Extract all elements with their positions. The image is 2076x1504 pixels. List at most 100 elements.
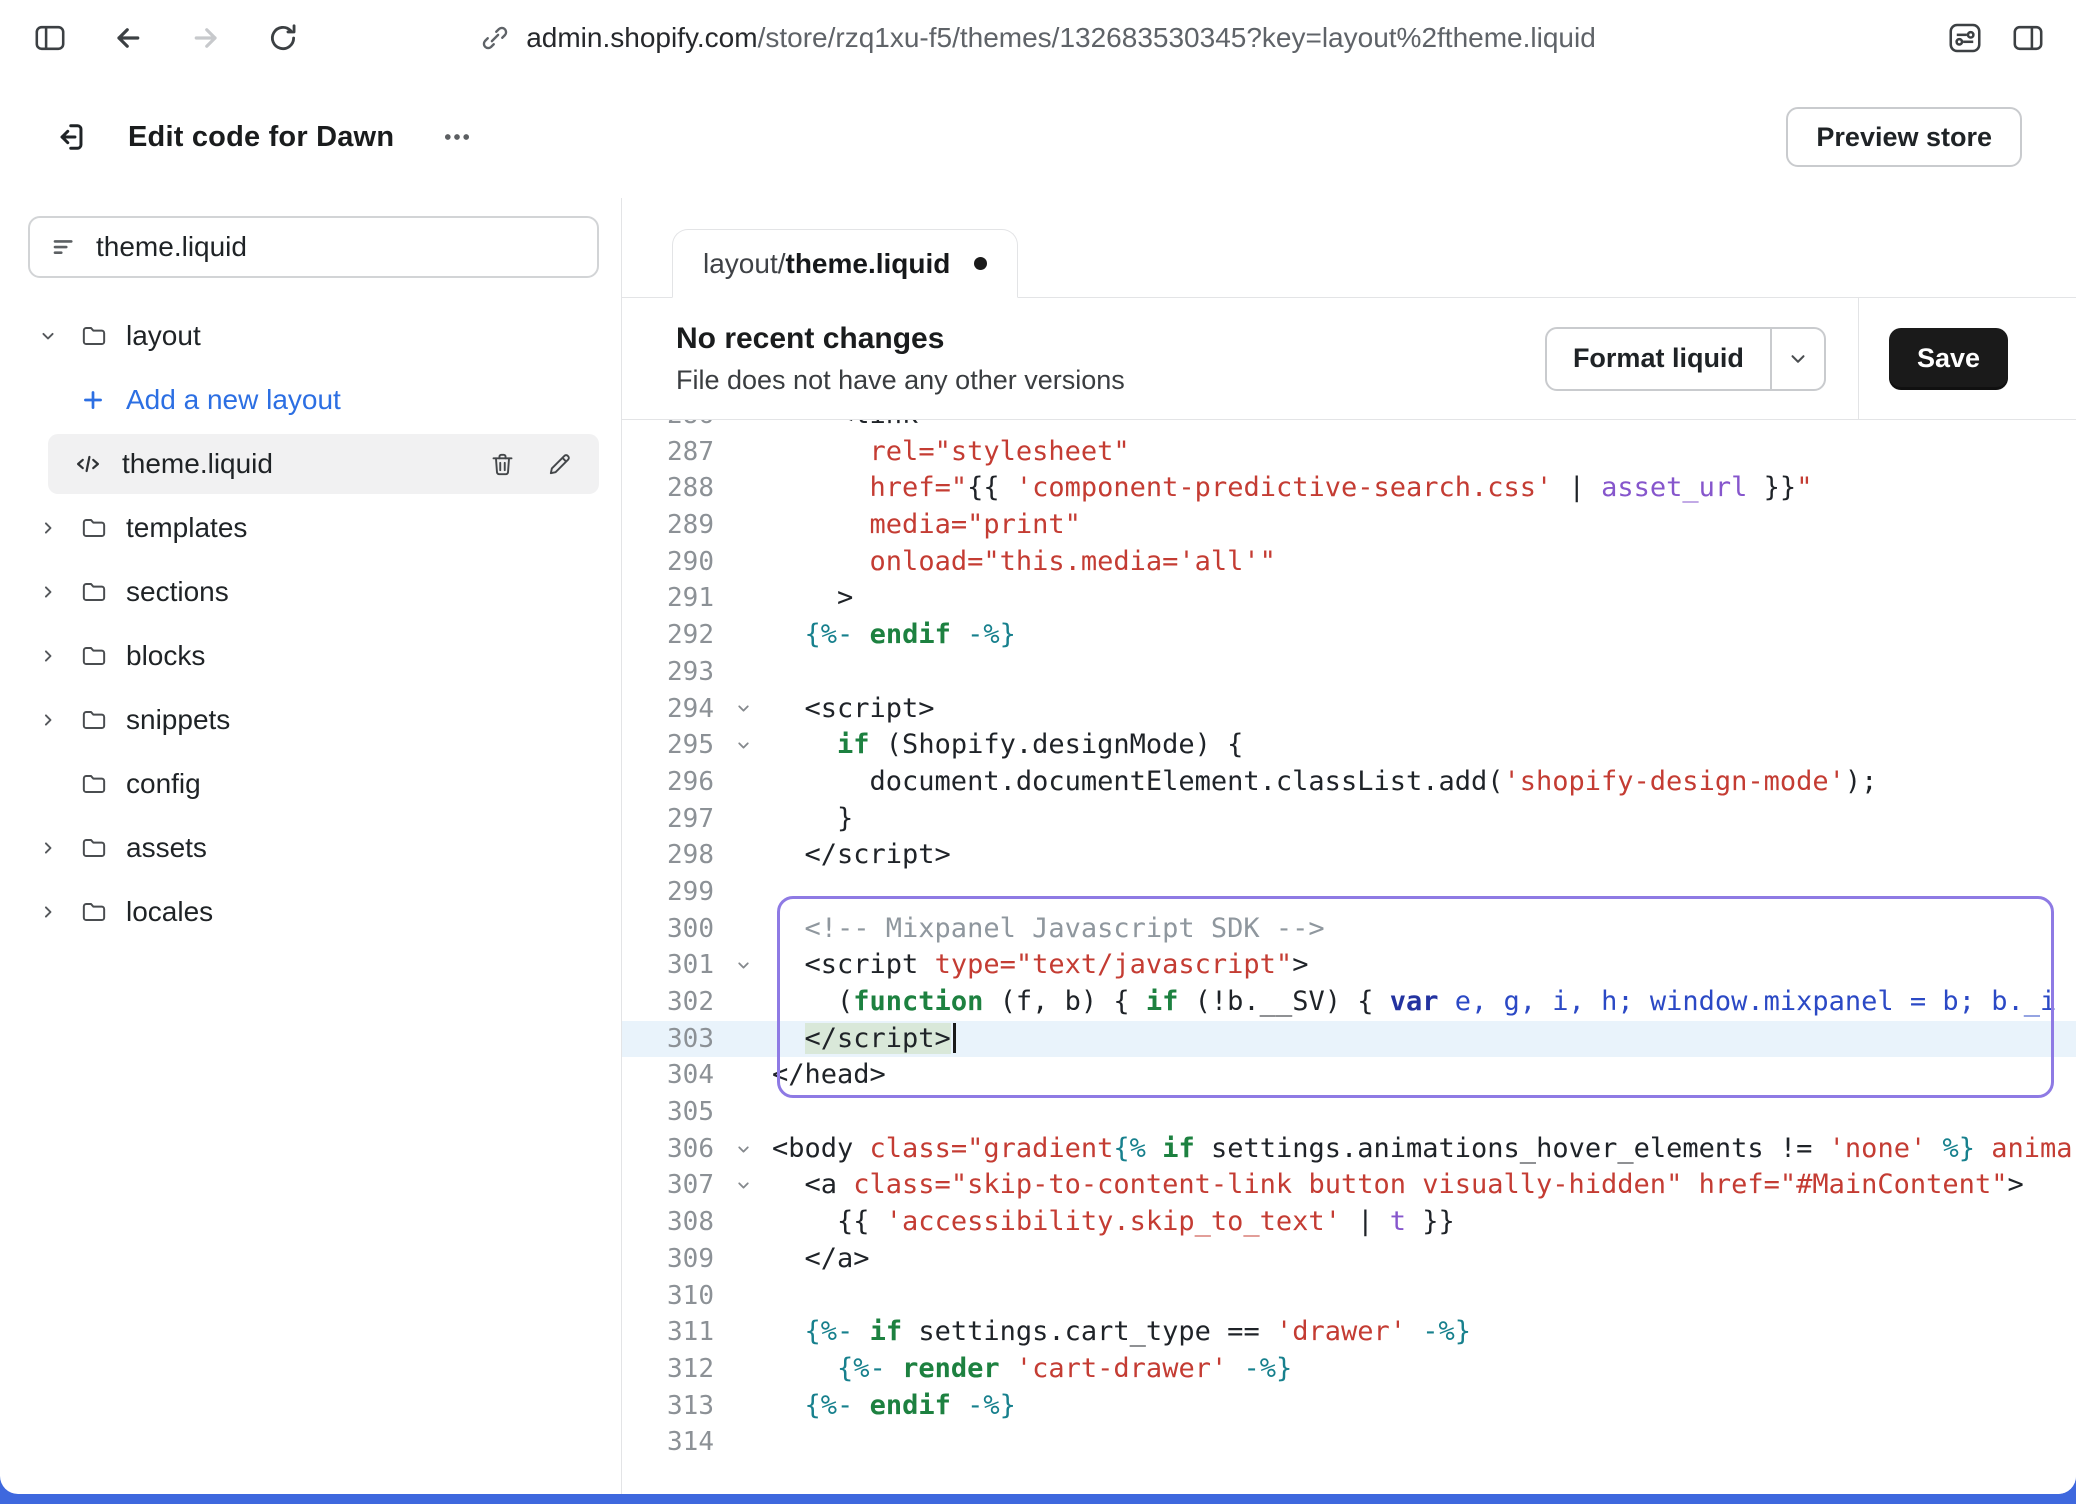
line-number: 309 xyxy=(622,1241,714,1278)
code-line-286[interactable]: 286 <link xyxy=(622,420,2076,434)
line-number: 313 xyxy=(622,1388,714,1425)
code-line-306[interactable]: 306<body class="gradient{% if settings.a… xyxy=(622,1131,2076,1168)
chevron-right-icon[interactable] xyxy=(38,582,80,602)
url-host: admin.shopify.com xyxy=(526,22,757,53)
code-line-289[interactable]: 289 media="print" xyxy=(622,507,2076,544)
sidebar-item-layout[interactable]: layout xyxy=(0,304,621,368)
fold-toggle-icon[interactable] xyxy=(714,727,772,764)
line-number: 311 xyxy=(622,1314,714,1351)
browser-window: admin.shopify.com/store/rzq1xu-f5/themes… xyxy=(0,0,2076,1494)
code-line-300[interactable]: 300 <!-- Mixpanel Javascript SDK --> xyxy=(622,911,2076,948)
link-icon xyxy=(480,23,510,53)
code-line-309[interactable]: 309 </a> xyxy=(622,1241,2076,1278)
sidebar-item-templates[interactable]: templates xyxy=(0,496,621,560)
code-editor-panel: layout/theme.liquid No recent changes Fi… xyxy=(622,198,2076,1494)
code-lines: 286 <link287 rel="stylesheet"288 href="{… xyxy=(622,420,2076,1461)
text-cursor xyxy=(953,1023,956,1053)
chevron-right-icon[interactable] xyxy=(38,710,80,730)
line-number: 310 xyxy=(622,1278,714,1315)
unsaved-indicator-dot xyxy=(974,257,987,270)
code-line-296[interactable]: 296 document.documentElement.classList.a… xyxy=(622,764,2076,801)
code-line-303[interactable]: 303 </script> xyxy=(622,1021,2076,1058)
sidebar-item-config[interactable]: config xyxy=(0,752,621,816)
rename-file-icon[interactable] xyxy=(546,451,573,478)
chevron-right-icon[interactable] xyxy=(38,902,80,922)
code-line-313[interactable]: 313 {%- endif -%} xyxy=(622,1388,2076,1425)
fold-toggle-icon[interactable] xyxy=(714,691,772,728)
browser-chrome: admin.shopify.com/store/rzq1xu-f5/themes… xyxy=(0,0,2076,76)
code-line-302[interactable]: 302 (function (f, b) { if (!b.__SV) { va… xyxy=(622,984,2076,1021)
code-line-310[interactable]: 310 xyxy=(622,1278,2076,1315)
code-line-297[interactable]: 297 } xyxy=(622,801,2076,838)
save-button[interactable]: Save xyxy=(1889,328,2008,390)
line-number: 302 xyxy=(622,984,714,1021)
sidebar-toggle-icon[interactable] xyxy=(32,20,68,56)
chevron-right-icon[interactable] xyxy=(38,838,80,858)
chevron-right-icon[interactable] xyxy=(38,646,80,666)
format-liquid-button[interactable]: Format liquid xyxy=(1545,327,1826,391)
url-bar[interactable]: admin.shopify.com/store/rzq1xu-f5/themes… xyxy=(480,22,1596,54)
code-line-308[interactable]: 308 {{ 'accessibility.skip_to_text' | t … xyxy=(622,1204,2076,1241)
code-line-292[interactable]: 292 {%- endif -%} xyxy=(622,617,2076,654)
line-number: 292 xyxy=(622,617,714,654)
sidebar-item-locales[interactable]: locales xyxy=(0,880,621,944)
code-line-294[interactable]: 294 <script> xyxy=(622,691,2076,728)
code-line-311[interactable]: 311 {%- if settings.cart_type == 'drawer… xyxy=(622,1314,2076,1351)
sidebar-add-layout-button[interactable]: Add a new layout xyxy=(0,368,621,432)
filter-value: theme.liquid xyxy=(96,231,247,263)
folder-icon xyxy=(80,578,124,606)
code-line-287[interactable]: 287 rel="stylesheet" xyxy=(622,434,2076,471)
extensions-icon[interactable] xyxy=(1946,19,1984,57)
folder-icon xyxy=(80,706,124,734)
file-filter-input[interactable]: theme.liquid xyxy=(28,216,599,278)
fold-toggle-icon[interactable] xyxy=(714,947,772,984)
chevron-right-icon[interactable] xyxy=(38,518,80,538)
preview-store-button[interactable]: Preview store xyxy=(1786,107,2022,167)
line-number: 297 xyxy=(622,801,714,838)
code-line-314[interactable]: 314 xyxy=(622,1424,2076,1461)
line-number: 298 xyxy=(622,837,714,874)
sidebar-item-blocks[interactable]: blocks xyxy=(0,624,621,688)
fold-toggle-icon[interactable] xyxy=(714,1167,772,1204)
back-icon[interactable] xyxy=(110,20,146,56)
reload-icon[interactable] xyxy=(266,21,300,55)
chevron-down-icon[interactable] xyxy=(38,326,80,346)
more-actions-icon[interactable] xyxy=(440,120,474,154)
screen: admin.shopify.com/store/rzq1xu-f5/themes… xyxy=(0,0,2076,1504)
folder-icon xyxy=(80,834,124,862)
code-line-305[interactable]: 305 xyxy=(622,1094,2076,1131)
code-line-304[interactable]: 304</head> xyxy=(622,1057,2076,1094)
split-view-icon[interactable] xyxy=(2010,20,2046,56)
line-number: 306 xyxy=(622,1131,714,1168)
editor-header: No recent changes File does not have any… xyxy=(622,298,2076,420)
code-line-298[interactable]: 298 </script> xyxy=(622,837,2076,874)
exit-code-editor-icon[interactable] xyxy=(52,119,88,155)
folder-icon xyxy=(80,770,124,798)
code-line-291[interactable]: 291 > xyxy=(622,580,2076,617)
code-line-290[interactable]: 290 onload="this.media='all'" xyxy=(622,544,2076,581)
delete-file-icon[interactable] xyxy=(489,451,516,478)
sidebar-item-snippets[interactable]: snippets xyxy=(0,688,621,752)
line-number: 314 xyxy=(622,1424,714,1461)
code-line-301[interactable]: 301 <script type="text/javascript"> xyxy=(622,947,2076,984)
format-dropdown-toggle[interactable] xyxy=(1770,329,1824,389)
code-line-295[interactable]: 295 if (Shopify.designMode) { xyxy=(622,727,2076,764)
line-number: 288 xyxy=(622,470,714,507)
line-number: 299 xyxy=(622,874,714,911)
sidebar-item-theme-liquid[interactable]: theme.liquid xyxy=(48,434,599,494)
code-editor[interactable]: 286 <link287 rel="stylesheet"288 href="{… xyxy=(622,420,2076,1494)
code-line-307[interactable]: 307 <a class="skip-to-content-link butto… xyxy=(622,1167,2076,1204)
code-line-288[interactable]: 288 href="{{ 'component-predictive-searc… xyxy=(622,470,2076,507)
line-number: 305 xyxy=(622,1094,714,1131)
code-line-312[interactable]: 312 {%- render 'cart-drawer' -%} xyxy=(622,1351,2076,1388)
page-title: Edit code for Dawn xyxy=(128,121,394,154)
code-line-293[interactable]: 293 xyxy=(622,654,2076,691)
sidebar-item-assets[interactable]: assets xyxy=(0,816,621,880)
line-number: 301 xyxy=(622,947,714,984)
tab-layout-theme-liquid[interactable]: layout/theme.liquid xyxy=(672,229,1018,298)
code-line-299[interactable]: 299 xyxy=(622,874,2076,911)
line-number: 295 xyxy=(622,727,714,764)
forward-icon[interactable] xyxy=(188,20,224,56)
fold-toggle-icon[interactable] xyxy=(714,1131,772,1168)
sidebar-item-sections[interactable]: sections xyxy=(0,560,621,624)
